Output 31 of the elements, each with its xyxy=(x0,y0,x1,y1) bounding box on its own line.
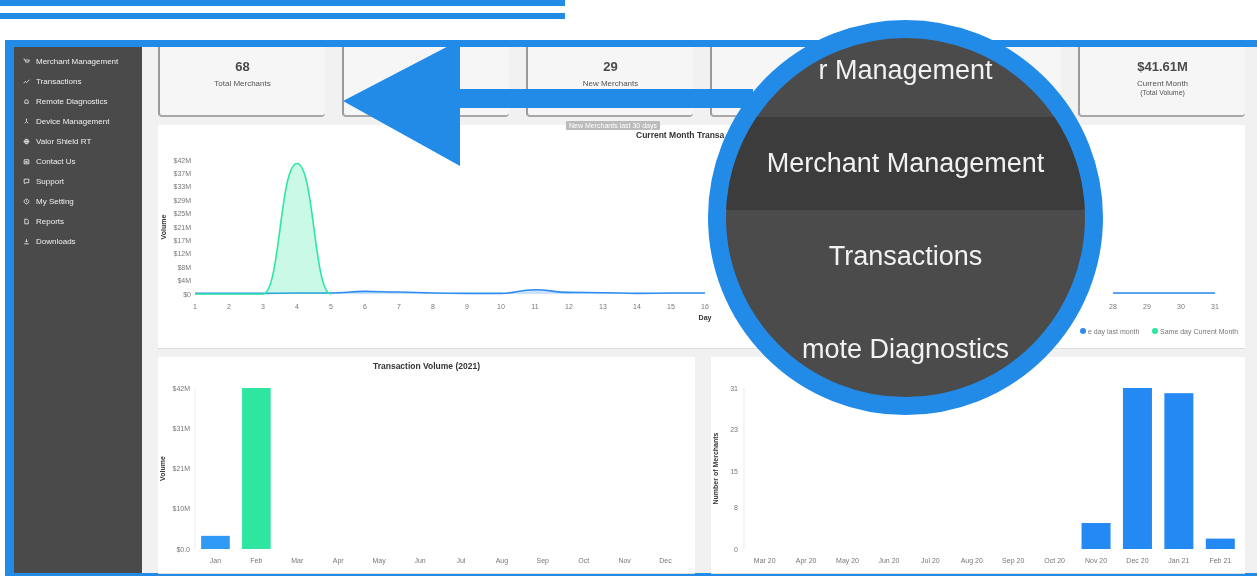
sidebar-item[interactable]: Remote Diagnostics xyxy=(14,95,142,107)
bar xyxy=(201,535,230,549)
sidebar-item[interactable]: My Setting xyxy=(14,195,142,207)
cart-icon xyxy=(23,57,30,65)
trend-line-icon xyxy=(23,77,30,85)
sidebar-item[interactable]: Transactions xyxy=(14,75,142,87)
bar xyxy=(1205,538,1235,549)
dome-icon xyxy=(23,97,30,105)
chart-title: Transaction Volume (2021) xyxy=(372,361,481,371)
sidebar-item[interactable]: Downloads xyxy=(14,235,142,247)
chart-title: Current Month Transa xyxy=(636,130,725,140)
clock-icon xyxy=(23,197,30,205)
download-icon xyxy=(23,237,30,245)
id-card-icon xyxy=(23,157,30,165)
bar xyxy=(1081,523,1111,549)
sidebar-item[interactable]: Device Management xyxy=(14,115,142,127)
stat-label: Total Merchants xyxy=(214,79,271,88)
stat-value: 68 xyxy=(235,59,250,74)
document-icon xyxy=(23,217,30,225)
sidebar-item[interactable]: Reports xyxy=(14,215,142,227)
stat-value: $41.61M xyxy=(1137,59,1188,74)
sidebar-item[interactable]: Merchant Management xyxy=(14,55,142,67)
stat-label: Current Month xyxy=(1136,79,1189,88)
sidebar-item[interactable]: Contact Us xyxy=(14,155,142,167)
stat-label: New Merchants xyxy=(582,79,639,88)
globe-icon xyxy=(23,137,30,145)
sidebar-item[interactable]: Valor Shield RT xyxy=(14,135,142,147)
stat-value: 29 xyxy=(603,59,618,74)
chat-icon xyxy=(23,177,30,185)
network-icon xyxy=(23,117,30,125)
sidebar-item[interactable]: Support xyxy=(14,175,142,187)
